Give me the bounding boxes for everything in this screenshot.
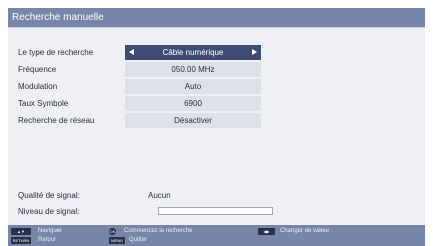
search-settings-form: Le type de recherche Câble numérique Fré… (12, 44, 421, 136)
hint-back: Retour (38, 237, 57, 243)
search-type-value: Câble numérique (162, 48, 224, 57)
return-key-icon: RETURN (11, 237, 31, 244)
arrow-right-icon[interactable] (252, 49, 257, 55)
signal-level-bar (158, 207, 273, 215)
hint-change-value: Changer de valeur (280, 228, 330, 234)
title-divider (8, 27, 425, 28)
hint-start-search: Commencez la recherche (124, 228, 193, 234)
left-right-arrows-icon: ◀▶ (258, 228, 275, 235)
manual-search-window: Recherche manuelle Le type de recherche … (8, 8, 425, 238)
row-network-search[interactable]: Recherche de réseau Désactiver (12, 112, 421, 129)
hint-navigate: Naviguer (38, 228, 63, 234)
row-search-type[interactable]: Le type de recherche Câble numérique (12, 44, 421, 61)
frequency-label: Fréquence (18, 65, 57, 74)
network-search-selector[interactable]: Désactiver (125, 113, 261, 128)
hint-quit: Quitter (129, 237, 148, 243)
search-type-selector[interactable]: Câble numérique (125, 45, 261, 60)
row-frequency[interactable]: Fréquence 050.00 MHz (12, 61, 421, 78)
modulation-label: Modulation (18, 82, 58, 91)
screen-title: Recherche manuelle (8, 8, 425, 27)
signal-quality-value: Aucun (148, 191, 171, 200)
modulation-selector[interactable]: Auto (125, 79, 261, 94)
signal-quality-label: Qualité de signal: (18, 191, 80, 200)
navigate-arrows-icon: ▲▼ (11, 228, 31, 235)
arrow-left-icon[interactable] (129, 49, 134, 55)
network-search-label: Recherche de réseau (18, 116, 95, 125)
ok-button-icon: OK (109, 228, 116, 235)
signal-level-label: Niveau de signal: (18, 207, 80, 216)
row-symbol-rate[interactable]: Taux Symbole 6900 (12, 95, 421, 112)
frequency-field[interactable]: 050.00 MHz (125, 62, 261, 77)
signal-panel: Qualité de signal: Aucun Niveau de signa… (18, 191, 418, 225)
row-modulation[interactable]: Modulation Auto (12, 78, 421, 95)
menu-key-icon: MENU (109, 237, 125, 244)
help-bar: ▲▼ Naviguer RETURN Retour OK Commencez l… (8, 225, 425, 246)
symbol-rate-label: Taux Symbole (18, 99, 69, 108)
symbol-rate-field[interactable]: 6900 (125, 96, 261, 111)
search-type-label: Le type de recherche (18, 48, 94, 57)
